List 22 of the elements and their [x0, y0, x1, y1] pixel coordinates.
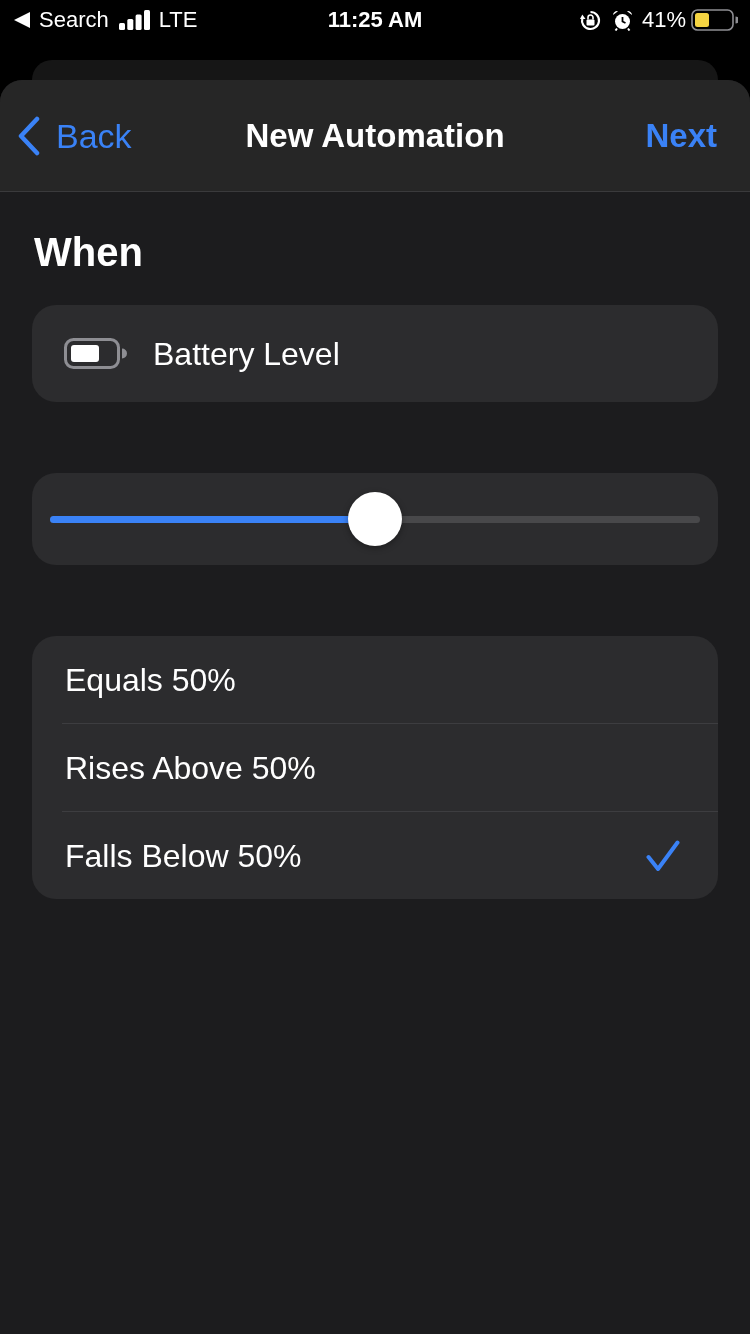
back-to-app-link[interactable]: Search [39, 9, 109, 31]
alarm-clock-icon [611, 9, 633, 31]
trigger-card[interactable]: Battery Level [32, 305, 718, 402]
back-button[interactable]: Back [0, 115, 132, 156]
section-heading: When [33, 229, 144, 276]
chevron-left-icon [17, 115, 41, 156]
battery-icon [691, 9, 738, 31]
screen-title: New Automation [245, 119, 505, 152]
option-row[interactable]: Falls Below 50% [32, 812, 718, 899]
rotation-lock-icon [579, 9, 601, 31]
network-type: LTE [158, 9, 198, 31]
status-time: 11:25 AM [327, 9, 423, 31]
back-icon[interactable] [14, 12, 30, 28]
trigger-label: Battery Level [153, 337, 340, 370]
next-button[interactable]: Next [645, 119, 750, 152]
battery-percentage: 41% [641, 9, 686, 31]
slider-track[interactable] [50, 492, 700, 546]
option-row[interactable]: Equals 50% [32, 636, 718, 723]
signal-bars-icon [118, 10, 150, 30]
option-row[interactable]: Rises Above 50% [32, 724, 718, 811]
slider-thumb[interactable] [348, 492, 402, 546]
battery-icon [64, 338, 127, 369]
